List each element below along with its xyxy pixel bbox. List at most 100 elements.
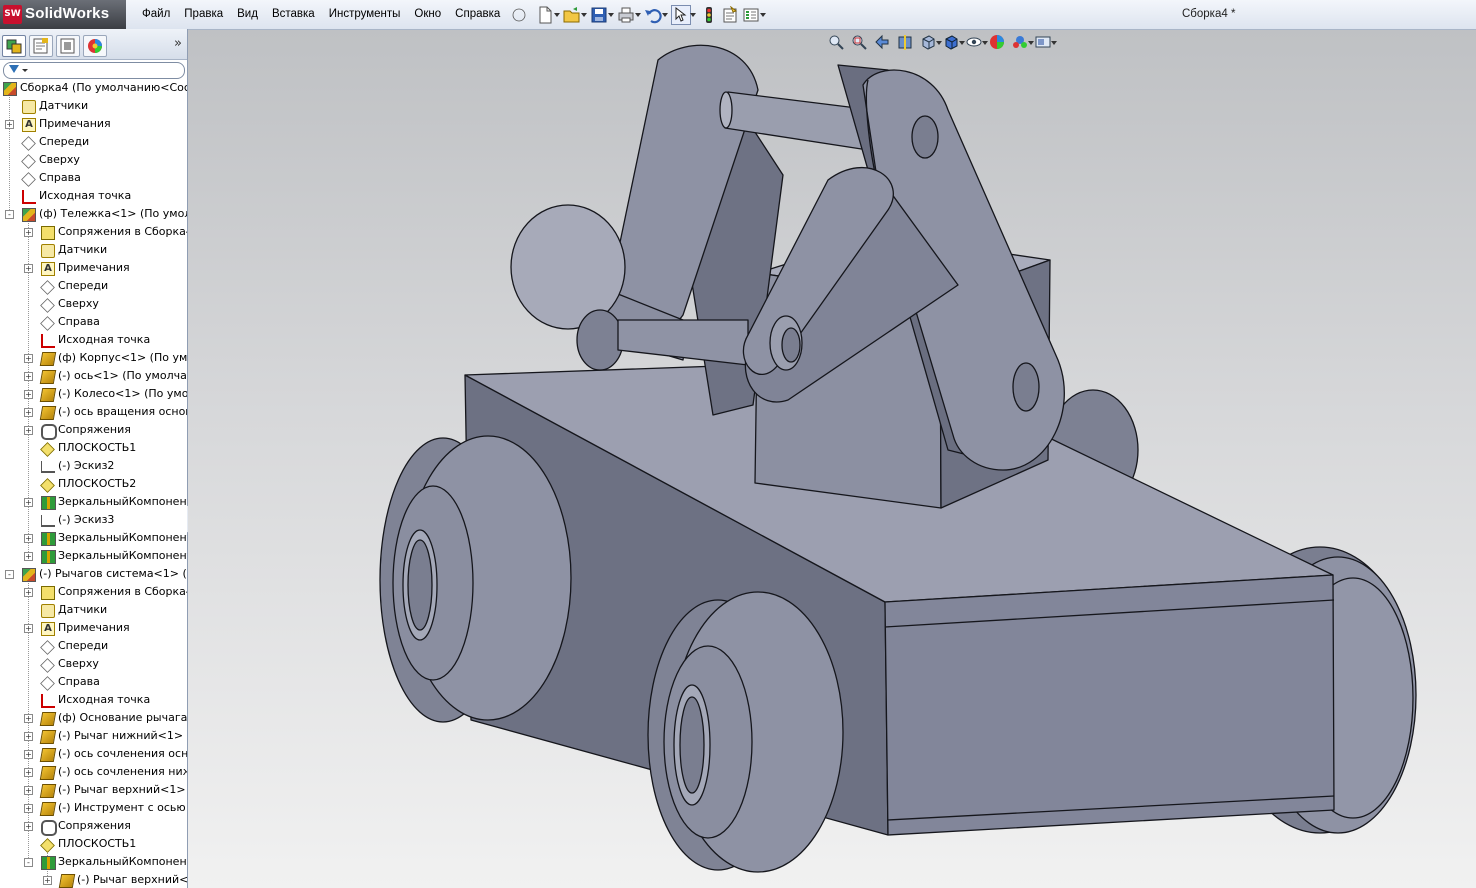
expand-plus-icon[interactable]: +	[24, 714, 33, 723]
tree-filter-input[interactable]	[3, 62, 185, 79]
tree-item[interactable]: Исходная точка	[0, 187, 187, 205]
tree-item[interactable]: + ЗеркальныйКомпонент1	[0, 493, 187, 511]
menu-help[interactable]: Справка	[448, 0, 507, 29]
expand-plus-icon[interactable]: +	[24, 354, 33, 363]
tree-item[interactable]: Датчики	[0, 241, 187, 259]
tree-item[interactable]: Спереди	[0, 637, 187, 655]
new-document-icon[interactable]	[536, 6, 560, 24]
tree-item[interactable]: + Сопряжения в Сборка4	[0, 583, 187, 601]
expand-plus-icon[interactable]: +	[24, 804, 33, 813]
expand-plus-icon[interactable]: +	[24, 534, 33, 543]
tree-item[interactable]: Сверху	[0, 151, 187, 169]
tree-item[interactable]: Справа	[0, 169, 187, 187]
menu-window[interactable]: Окно	[407, 0, 448, 29]
tree-item[interactable]: Датчики	[0, 601, 187, 619]
expand-plus-icon[interactable]: +	[24, 228, 33, 237]
rear-left-wheel[interactable]	[379, 435, 572, 723]
tree-item[interactable]: + (-) ось<1> (По умолчани	[0, 367, 187, 385]
select-arrow-icon[interactable]	[671, 5, 696, 25]
sketch-icon	[41, 461, 55, 473]
tree-item[interactable]: + (ф) Корпус<1> (По умол	[0, 349, 187, 367]
tree-item[interactable]: + ЗеркальныйКомпонент3	[0, 547, 187, 565]
collapse-minus-icon[interactable]: -	[5, 210, 14, 219]
menu-tools[interactable]: Инструменты	[322, 0, 408, 29]
tree-item[interactable]: ПЛОСКОСТЬ1	[0, 835, 187, 853]
print-icon[interactable]	[617, 6, 641, 24]
save-icon[interactable]	[590, 6, 614, 24]
file-properties-icon[interactable]	[721, 5, 739, 24]
tree-item-label: Справа	[58, 315, 100, 328]
open-folder-icon[interactable]	[563, 6, 587, 24]
tree-item[interactable]: ПЛОСКОСТЬ2	[0, 475, 187, 493]
undo-icon[interactable]	[644, 6, 668, 24]
tree-item[interactable]: + A Примечания	[0, 259, 187, 277]
tree-item[interactable]: + (-) Рычаг верхний<2	[0, 871, 187, 888]
pin-menu-icon[interactable]	[512, 8, 526, 21]
menu-view[interactable]: Вид	[230, 0, 265, 29]
expand-plus-icon[interactable]: +	[24, 552, 33, 561]
tree-item[interactable]: + (-) Рычаг нижний<1> (П	[0, 727, 187, 745]
tree-item[interactable]: + (-) Рычаг верхний<1> (П	[0, 781, 187, 799]
propertymanager-icon[interactable]	[29, 35, 53, 57]
menu-edit[interactable]: Правка	[177, 0, 230, 29]
tree-item[interactable]: ПЛОСКОСТЬ1	[0, 439, 187, 457]
tree-item[interactable]: Спереди	[0, 277, 187, 295]
tree-item[interactable]: Справа	[0, 313, 187, 331]
tree-item[interactable]: Сборка4 (По умолчанию<Состо	[0, 79, 187, 97]
tree-item[interactable]: + Сопряжения в Сборка4	[0, 223, 187, 241]
menu-insert[interactable]: Вставка	[265, 0, 322, 29]
collapse-minus-icon[interactable]: -	[24, 858, 33, 867]
tree-item[interactable]: (-) Эскиз2	[0, 457, 187, 475]
expand-plus-icon[interactable]: +	[24, 786, 33, 795]
expand-plus-icon[interactable]: +	[24, 822, 33, 831]
expand-plus-icon[interactable]: +	[24, 732, 33, 741]
tree-item[interactable]: - (-) Рычагов система<1> (По	[0, 565, 187, 583]
front-left-wheel[interactable]	[647, 591, 844, 873]
expand-plus-icon[interactable]: +	[43, 876, 52, 885]
tree-item[interactable]: Датчики	[0, 97, 187, 115]
tree-item[interactable]: + Сопряжения	[0, 817, 187, 836]
tree-item[interactable]: + (-) Инструмент с осью 3<	[0, 799, 187, 817]
expand-plus-icon[interactable]: +	[24, 408, 33, 417]
expand-plus-icon[interactable]: +	[24, 390, 33, 399]
options-icon[interactable]	[742, 6, 766, 24]
expand-plus-icon[interactable]: +	[24, 426, 33, 435]
tree-item[interactable]: Сверху	[0, 295, 187, 313]
expand-plus-icon[interactable]: +	[24, 768, 33, 777]
graphics-viewport[interactable]	[188, 30, 1476, 888]
solidworks-logo[interactable]: SW SolidWorks	[0, 0, 126, 29]
rebuild-traffic-light-icon[interactable]	[700, 6, 718, 24]
tree-item[interactable]: - (ф) Тележка<1> (По умолча	[0, 205, 187, 223]
expand-plus-icon[interactable]: +	[24, 750, 33, 759]
tree-item[interactable]: + (-) Колесо<1> (По умолч	[0, 385, 187, 403]
expand-plus-icon[interactable]: +	[5, 120, 14, 129]
tree-item[interactable]: + (ф) Основание рычага<1	[0, 709, 187, 727]
tree-item[interactable]: Исходная точка	[0, 331, 187, 349]
tree-item[interactable]: + (-) ось сочленения нижн	[0, 763, 187, 781]
tree-item[interactable]: Сверху	[0, 655, 187, 673]
expand-plus-icon[interactable]: +	[24, 372, 33, 381]
tree-item[interactable]: (-) Эскиз3	[0, 511, 187, 529]
displaymanager-icon[interactable]	[83, 35, 107, 57]
expand-plus-icon[interactable]: +	[24, 498, 33, 507]
tree-item[interactable]: Исходная точка	[0, 691, 187, 709]
tree-item[interactable]: + Сопряжения	[0, 421, 187, 440]
tree-item[interactable]: + (-) ось вращения основа	[0, 403, 187, 421]
menu-file[interactable]: Файл	[135, 0, 177, 29]
tree-item[interactable]: - ЗеркальныйКомпонент1	[0, 853, 187, 871]
tree-item[interactable]: + (-) ось сочленения основ	[0, 745, 187, 763]
featuremanager-icon[interactable]	[2, 35, 26, 57]
expand-plus-icon[interactable]: +	[24, 624, 33, 633]
filter-dropdown-icon[interactable]	[22, 69, 28, 72]
assembly-3d-model[interactable]	[188, 30, 1476, 888]
expand-plus-icon[interactable]: +	[24, 264, 33, 273]
collapse-minus-icon[interactable]: -	[5, 570, 14, 579]
configurationmanager-icon[interactable]	[56, 35, 80, 57]
expand-panel-icon[interactable]: »	[174, 36, 182, 51]
expand-plus-icon[interactable]: +	[24, 588, 33, 597]
tree-item[interactable]: + ЗеркальныйКомпонент2	[0, 529, 187, 547]
tree-item[interactable]: + A Примечания	[0, 115, 187, 133]
tree-item[interactable]: Справа	[0, 673, 187, 691]
tree-item[interactable]: Спереди	[0, 133, 187, 151]
tree-item[interactable]: + A Примечания	[0, 619, 187, 637]
